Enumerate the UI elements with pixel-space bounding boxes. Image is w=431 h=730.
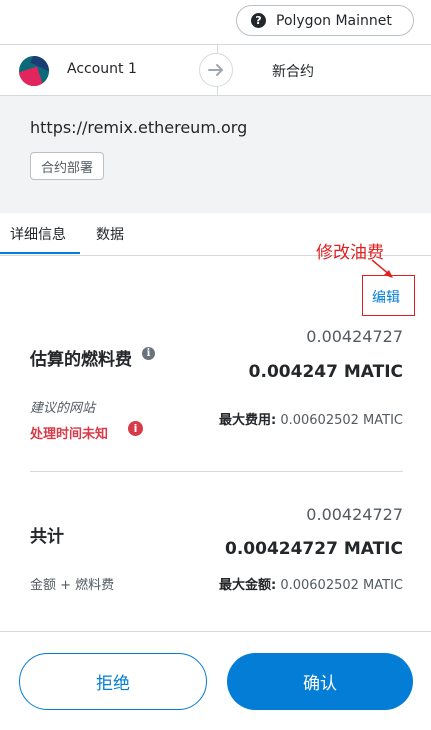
total-title: 共计: [30, 527, 64, 547]
max-fee-value: 0.00602502 MATIC: [280, 413, 403, 428]
active-tab-indicator: [0, 252, 80, 254]
tab-details[interactable]: 详细信息: [10, 224, 66, 244]
transaction-title: 新合约: [272, 64, 314, 80]
account-avatar[interactable]: [19, 56, 49, 86]
edit-gas-link[interactable]: 编辑: [372, 287, 400, 307]
gas-fee-secondary: 0.00424727: [306, 327, 403, 346]
gas-fee-title: 估算的燃料费: [30, 350, 132, 370]
footer-divider: [0, 631, 431, 632]
info-icon[interactable]: i: [142, 347, 155, 360]
network-label: Polygon Mainnet: [276, 12, 392, 29]
suggested-site-label: 建议的网站: [30, 401, 96, 416]
total-secondary: 0.00424727: [306, 505, 403, 524]
processing-time-label: 处理时间未知: [30, 427, 109, 442]
gas-fee-primary: 0.004247 MATIC: [248, 362, 403, 382]
question-icon: ?: [251, 13, 266, 28]
max-amount-value: 0.00602502 MATIC: [280, 578, 403, 593]
confirm-button[interactable]: 确认: [227, 653, 413, 710]
account-name[interactable]: Account 1: [67, 61, 137, 77]
tab-data[interactable]: 数据: [96, 224, 124, 244]
origin-panel: https://remix.ethereum.org 合约部署: [0, 96, 431, 213]
origin-url: https://remix.ethereum.org: [30, 118, 248, 137]
error-info-icon[interactable]: i: [128, 421, 143, 436]
reject-button[interactable]: 拒绝: [19, 653, 207, 710]
section-divider: [30, 471, 403, 472]
account-header: Account 1 新合约: [0, 44, 431, 96]
max-amount-row: 最大金额: 0.00602502 MATIC: [219, 574, 403, 593]
total-subtitle: 金额 + 燃料费: [30, 578, 115, 593]
network-selector[interactable]: ? Polygon Mainnet: [236, 5, 414, 36]
total-primary: 0.00424727 MATIC: [225, 539, 403, 559]
max-fee-label: 最大费用:: [219, 413, 277, 428]
max-fee-row: 最大费用: 0.00602502 MATIC: [219, 409, 403, 428]
contract-deployment-tag: 合约部署: [30, 152, 105, 180]
arrow-right-icon: [199, 53, 233, 87]
max-amount-label: 最大金额:: [219, 578, 277, 593]
